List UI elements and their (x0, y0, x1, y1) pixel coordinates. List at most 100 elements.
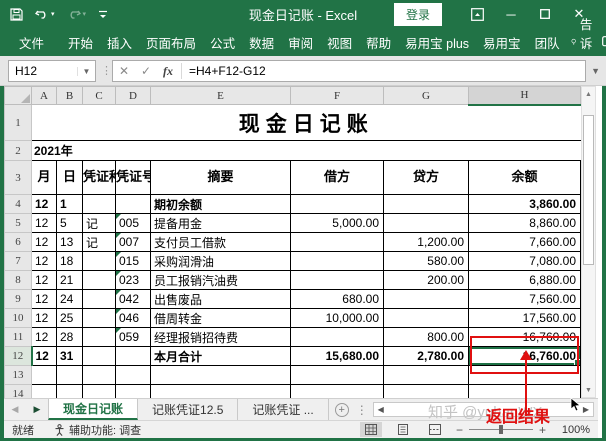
row-header-10[interactable]: 10 (5, 309, 32, 328)
column-header-d[interactable]: D (116, 87, 151, 105)
row-header-13[interactable]: 13 (5, 366, 32, 385)
cell-d12[interactable] (116, 347, 151, 366)
row-header-8[interactable]: 8 (5, 271, 32, 290)
cell-a6[interactable]: 12 (32, 233, 57, 252)
column-header-e[interactable]: E (151, 87, 291, 105)
column-header-b[interactable]: B (57, 87, 83, 105)
cell-c11[interactable] (83, 328, 116, 347)
row-header-4[interactable]: 4 (5, 195, 32, 214)
insert-function-icon[interactable]: fx (157, 64, 179, 79)
vertical-scrollbar[interactable]: ▲ ▼ (581, 86, 596, 398)
tab-page-layout[interactable]: 页面布局 (139, 28, 203, 57)
cancel-formula-icon[interactable]: ✕ (113, 64, 135, 78)
cell-h7[interactable]: 7,080.00 (469, 252, 581, 271)
cell-h10[interactable]: 17,560.00 (469, 309, 581, 328)
cell-c4[interactable] (83, 195, 116, 214)
cell-e14[interactable] (151, 385, 291, 399)
cell-h5[interactable]: 8,860.00 (469, 214, 581, 233)
cell-h6[interactable]: 7,660.00 (469, 233, 581, 252)
sheet-options-icon[interactable]: ⋮ (355, 399, 369, 420)
cell-b4[interactable]: 1 (57, 195, 83, 214)
cell-a12[interactable]: 12 (32, 347, 57, 366)
cell-c13[interactable] (83, 366, 116, 385)
cell-e6[interactable]: 支付员工借款 (151, 233, 291, 252)
redo-button[interactable]: ▾ (67, 8, 87, 20)
close-button[interactable]: ✕ (562, 6, 596, 22)
cell-d4[interactable] (116, 195, 151, 214)
tab-view[interactable]: 视图 (320, 28, 359, 57)
cell-e11[interactable]: 经理报销招待费 (151, 328, 291, 347)
column-header-f[interactable]: F (291, 87, 384, 105)
tab-review[interactable]: 审阅 (281, 28, 320, 57)
header-balance[interactable]: 余额 (469, 161, 581, 195)
cell-d6[interactable]: 007 (116, 233, 151, 252)
sheet-tab-voucher-more[interactable]: 记账凭证 ... (238, 399, 328, 420)
cell-b5[interactable]: 5 (57, 214, 83, 233)
cell-a7[interactable]: 12 (32, 252, 57, 271)
hscroll-right-icon[interactable]: ▶ (579, 403, 593, 416)
cell-c14[interactable] (83, 385, 116, 399)
cell-g4[interactable] (384, 195, 469, 214)
name-box[interactable]: H12 ▼ (8, 60, 96, 82)
cell-h8[interactable]: 6,880.00 (469, 271, 581, 290)
cell-c5[interactable]: 记 (83, 214, 116, 233)
cell-d8[interactable]: 023 (116, 271, 151, 290)
zoom-out-button[interactable]: − (456, 423, 463, 437)
maximize-button[interactable] (528, 7, 562, 22)
cell-b7[interactable]: 18 (57, 252, 83, 271)
column-header-c[interactable]: C (83, 87, 116, 105)
cell-d5[interactable]: 005 (116, 214, 151, 233)
expand-formula-bar-icon[interactable]: ▼ (591, 66, 600, 76)
cell-h13[interactable] (469, 366, 581, 385)
cell-f10[interactable]: 10,000.00 (291, 309, 384, 328)
cell-d14[interactable] (116, 385, 151, 399)
cell-d11[interactable]: 059 (116, 328, 151, 347)
normal-view-button[interactable] (360, 422, 382, 437)
ribbon-display-options-icon[interactable] (460, 8, 494, 21)
cell-a4[interactable]: 12 (32, 195, 57, 214)
accessibility-checker[interactable]: 辅助功能: 调查 (54, 422, 141, 438)
tab-team[interactable]: 团队 (528, 28, 567, 57)
row-header-9[interactable]: 9 (5, 290, 32, 309)
column-header-h[interactable]: H (469, 87, 581, 105)
tab-home[interactable]: 开始 (61, 28, 100, 57)
tab-insert[interactable]: 插入 (100, 28, 139, 57)
cell-e7[interactable]: 采购润滑油 (151, 252, 291, 271)
formula-bar-splitter[interactable]: ⋮ (101, 64, 112, 77)
cell-b9[interactable]: 24 (57, 290, 83, 309)
header-summary[interactable]: 摘要 (151, 161, 291, 195)
column-header-a[interactable]: A (32, 87, 57, 105)
cell-f11[interactable] (291, 328, 384, 347)
zoom-slider-thumb[interactable] (499, 425, 503, 434)
header-debit[interactable]: 借方 (291, 161, 384, 195)
cell-h9[interactable]: 7,560.00 (469, 290, 581, 309)
cell-f8[interactable] (291, 271, 384, 290)
tab-yiyongbao[interactable]: 易用宝 (476, 28, 528, 57)
scroll-down-icon[interactable]: ▼ (582, 383, 595, 397)
cell-a11[interactable]: 12 (32, 328, 57, 347)
page-layout-view-button[interactable] (392, 422, 414, 437)
tab-file[interactable]: 文件 (12, 28, 51, 57)
row-header-6[interactable]: 6 (5, 233, 32, 252)
tab-yiyongbao-plus[interactable]: 易用宝 plus (398, 28, 476, 57)
cell-a8[interactable]: 12 (32, 271, 57, 290)
row-header-2[interactable]: 2 (5, 141, 32, 161)
sheet-nav-left-icon[interactable]: ◀ (4, 399, 26, 420)
row-header-12[interactable]: 12 (5, 347, 32, 366)
cell-h12-selected[interactable]: 16,760.00 (469, 347, 581, 366)
hscroll-left-icon[interactable]: ◀ (374, 403, 388, 416)
sign-in-button[interactable]: 登录 (394, 3, 442, 26)
cell-f6[interactable] (291, 233, 384, 252)
row-header-1[interactable]: 1 (5, 105, 32, 141)
cell-b14[interactable] (57, 385, 83, 399)
cell-h11[interactable]: 16,760.00 (469, 328, 581, 347)
cell-a14[interactable] (32, 385, 57, 399)
cell-a5[interactable]: 12 (32, 214, 57, 233)
cell-b10[interactable]: 25 (57, 309, 83, 328)
cell-e5[interactable]: 提备用金 (151, 214, 291, 233)
cell-g6[interactable]: 1,200.00 (384, 233, 469, 252)
zoom-level[interactable]: 100% (556, 424, 590, 436)
enter-formula-icon[interactable]: ✓ (135, 64, 157, 78)
cell-f9[interactable]: 680.00 (291, 290, 384, 309)
cell-e12[interactable]: 本月合计 (151, 347, 291, 366)
